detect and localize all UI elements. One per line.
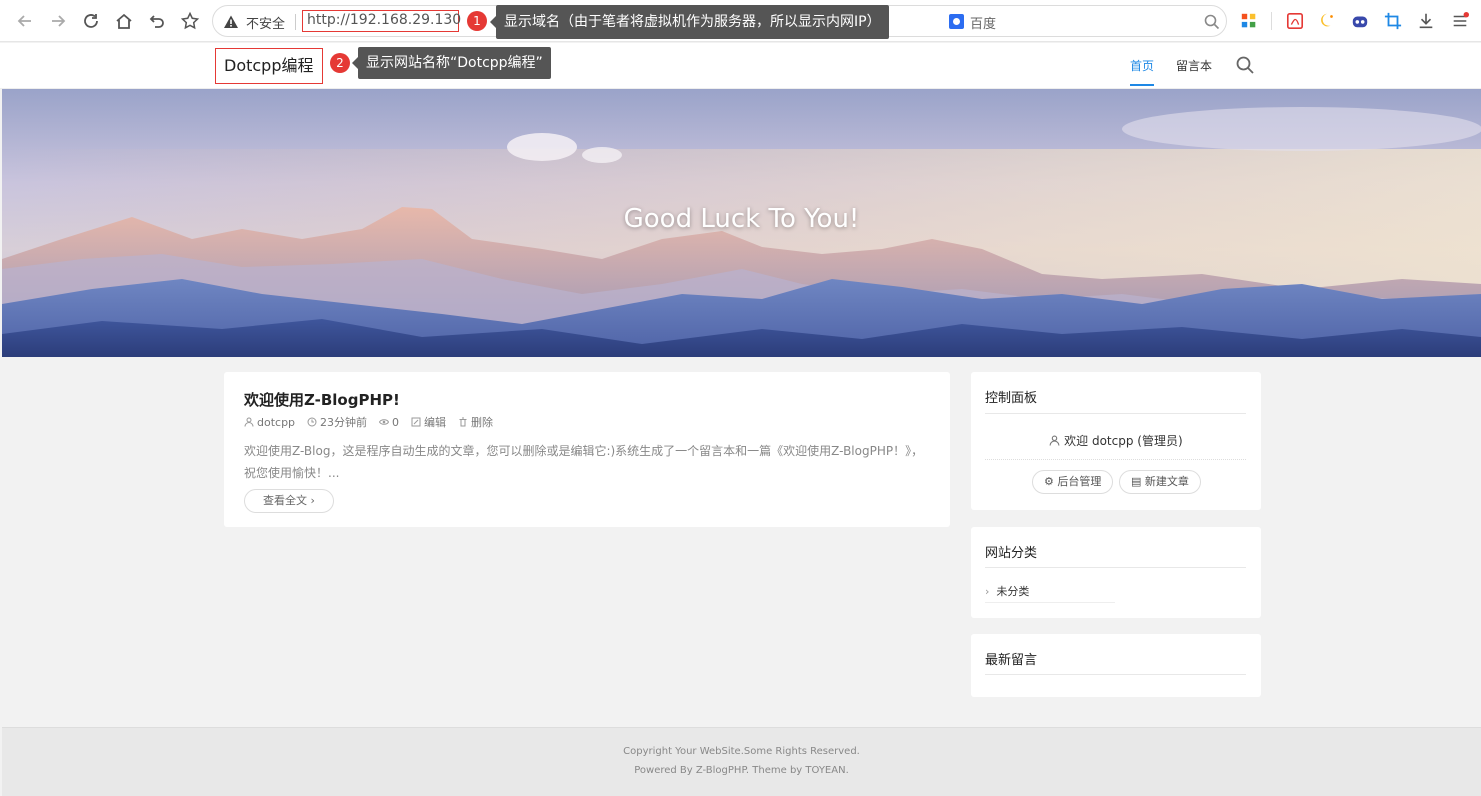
site-name[interactable]: Dotcpp编程: [215, 48, 323, 84]
user-icon: [244, 417, 254, 427]
category-divider: [985, 602, 1115, 603]
nav-home[interactable]: 首页: [1130, 57, 1154, 74]
crop-icon[interactable]: [1382, 10, 1404, 32]
search-icon[interactable]: [1235, 55, 1255, 75]
insecure-label: 不安全: [246, 17, 286, 32]
nav-active-indicator: [1130, 84, 1154, 86]
chevron-right-icon: ›: [310, 494, 315, 507]
reload-icon[interactable]: [79, 9, 103, 33]
search-icon[interactable]: [1203, 13, 1221, 31]
toolbar-divider: [1271, 12, 1272, 30]
site-header: Dotcpp编程 首页 留言本: [0, 43, 1481, 89]
widget-divider: [985, 413, 1246, 414]
post-time-text: 23分钟前: [320, 416, 368, 429]
latest-comments-widget: 最新留言: [971, 634, 1261, 697]
widget-divider: [985, 567, 1246, 568]
nav-guestbook[interactable]: 留言本: [1176, 57, 1212, 74]
post-delete-link[interactable]: 删除: [458, 414, 493, 430]
menu-icon[interactable]: [1449, 10, 1471, 32]
url-text[interactable]: http://192.168.29.130: [302, 10, 461, 32]
post-author-name: dotcpp: [257, 415, 296, 429]
forward-icon[interactable]: [46, 9, 70, 33]
post-views: 0: [379, 414, 399, 430]
read-more-button[interactable]: 查看全文 ›: [244, 489, 334, 513]
control-panel-title: 控制面板: [985, 391, 1038, 406]
hero-banner: Good Luck To You!: [2, 89, 1481, 357]
search-engine-label[interactable]: 百度: [970, 13, 996, 32]
welcome-label: 欢迎 dotcpp (管理员): [1064, 434, 1183, 448]
post-meta: dotcpp 23分钟前 0 编辑 删除: [244, 414, 493, 430]
chevron-right-icon: ›: [985, 585, 990, 598]
footer-powered-by[interactable]: Powered By Z-BlogPHP. Theme by TOYEAN.: [2, 765, 1481, 776]
annotation-tooltip-1: 显示域名（由于笔者将虚拟机作为服务器，所以显示内网IP）: [490, 5, 889, 39]
category-item-uncategorized[interactable]: › 未分类: [985, 583, 1029, 599]
admin-dashboard-button[interactable]: ⚙ 后台管理: [1032, 470, 1114, 494]
read-more-label: 查看全文: [263, 494, 308, 507]
dotted-divider: [985, 459, 1246, 460]
new-post-button[interactable]: ▤ 新建文章: [1119, 470, 1201, 494]
post-edit-label: 编辑: [424, 416, 447, 429]
annotation-number-2: 2: [330, 53, 350, 73]
site-footer: Copyright Your WebSite.Some Rights Reser…: [2, 727, 1481, 796]
undo-icon[interactable]: [145, 9, 169, 33]
banner-title: Good Luck To You!: [623, 204, 860, 234]
annotation-tooltip-2: 显示网站名称“Dotcpp编程”: [352, 47, 551, 79]
post-views-count: 0: [392, 415, 400, 429]
categories-widget: 网站分类 › 未分类: [971, 527, 1261, 618]
post-edit-link[interactable]: 编辑: [411, 414, 446, 430]
back-icon[interactable]: [13, 9, 37, 33]
admin-dashboard-label: 后台管理: [1057, 475, 1102, 488]
apps-grid-icon[interactable]: [1238, 10, 1260, 32]
document-icon: ▤: [1131, 475, 1142, 488]
clock-icon: [307, 417, 317, 427]
new-post-label: 新建文章: [1144, 475, 1189, 488]
footer-copyright: Copyright Your WebSite.Some Rights Reser…: [623, 746, 860, 757]
edit-icon: [411, 417, 421, 427]
pdf-icon[interactable]: [1284, 10, 1306, 32]
download-icon[interactable]: [1415, 10, 1437, 32]
robot-icon[interactable]: [1349, 10, 1371, 32]
post-author[interactable]: dotcpp: [244, 414, 295, 430]
categories-title: 网站分类: [985, 546, 1038, 561]
post-card: 欢迎使用Z-BlogPHP! dotcpp 23分钟前 0 编辑 删除 欢迎使用…: [224, 372, 950, 527]
latest-comments-title: 最新留言: [985, 653, 1038, 668]
post-delete-label: 删除: [471, 416, 494, 429]
widget-divider: [985, 674, 1246, 675]
welcome-text: 欢迎 dotcpp (管理员): [971, 432, 1261, 449]
category-label: 未分类: [996, 585, 1030, 598]
control-panel-widget: 控制面板 欢迎 dotcpp (管理员) ⚙ 后台管理 ▤ 新建文章: [971, 372, 1261, 510]
trash-icon: [459, 417, 467, 427]
moon-icon[interactable]: [1316, 10, 1338, 32]
address-divider: [295, 14, 296, 30]
post-title[interactable]: 欢迎使用Z-BlogPHP!: [244, 389, 400, 410]
home-icon[interactable]: [112, 9, 136, 33]
post-excerpt: 欢迎使用Z-Blog，这是程序自动生成的文章，您可以删除或是编辑它:)系统生成了…: [244, 444, 924, 480]
post-time: 23分钟前: [307, 414, 367, 430]
user-icon: [1049, 435, 1060, 446]
annotation-number-1: 1: [467, 11, 487, 31]
gear-icon: ⚙: [1044, 475, 1054, 488]
eye-icon: [379, 419, 390, 425]
bookmark-star-icon[interactable]: [178, 9, 202, 33]
warning-icon: [224, 15, 238, 28]
baidu-paw-icon: [949, 14, 964, 29]
